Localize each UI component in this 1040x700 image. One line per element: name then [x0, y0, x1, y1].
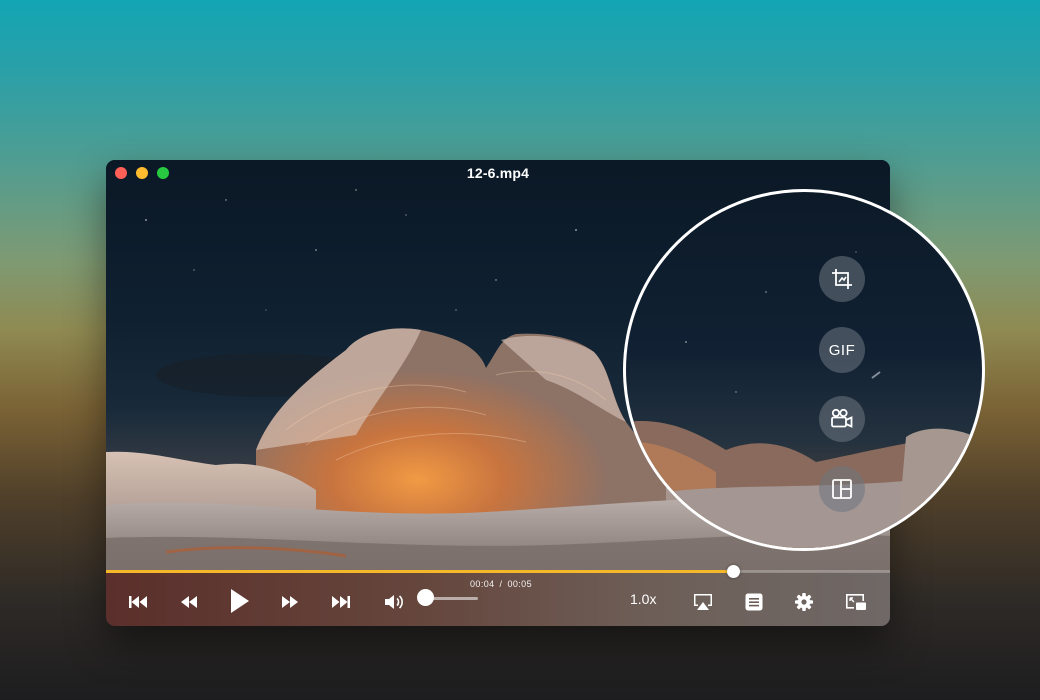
progress-fill [106, 570, 734, 573]
skip-next-button[interactable] [329, 590, 353, 614]
title-bar: 12-6.mp4 [106, 160, 890, 186]
picture-in-picture-button[interactable] [843, 590, 869, 614]
settings-button[interactable] [792, 590, 816, 614]
layout-icon [832, 479, 852, 499]
play-icon [231, 589, 249, 613]
skip-previous-icon [129, 596, 147, 608]
playback-speed-button[interactable]: 1.0x [630, 591, 656, 607]
timecode: 00:04 / 00:05 [426, 579, 576, 589]
magnifier-callout: GIF [623, 189, 985, 551]
picture-in-picture-icon [846, 594, 866, 610]
skip-previous-button[interactable] [126, 590, 150, 614]
time-separator: / [499, 579, 503, 589]
playlist-icon [745, 593, 763, 611]
rewind-button[interactable] [177, 590, 201, 614]
video-record-icon [831, 408, 853, 428]
volume-icon [385, 595, 403, 609]
progress-bar[interactable] [106, 570, 890, 573]
volume-thumb[interactable] [416, 589, 434, 606]
window-title: 12-6.mp4 [466, 165, 530, 181]
gif-label: GIF [828, 341, 856, 359]
crop-icon [832, 269, 852, 289]
fast-forward-button[interactable] [278, 590, 302, 614]
playlist-button[interactable] [742, 590, 766, 614]
video-record-button[interactable] [819, 396, 865, 442]
fast-forward-icon [282, 596, 298, 608]
layout-button[interactable] [819, 466, 865, 512]
rewind-icon [181, 596, 197, 608]
magnifier-scene [626, 251, 982, 548]
volume-button[interactable] [382, 590, 406, 614]
time-total: 00:05 [507, 579, 532, 589]
gif-button[interactable]: GIF [819, 327, 865, 373]
play-button[interactable] [226, 586, 252, 616]
crop-button[interactable] [819, 256, 865, 302]
airplay-icon [694, 594, 712, 610]
skip-next-icon [332, 596, 350, 608]
airplay-button[interactable] [690, 590, 716, 614]
settings-icon [795, 593, 813, 611]
time-current: 00:04 [470, 579, 495, 589]
